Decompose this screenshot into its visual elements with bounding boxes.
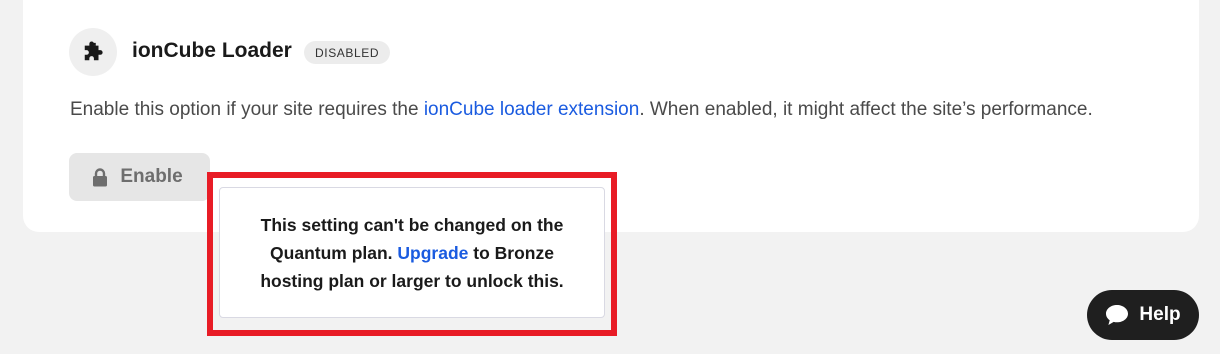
- help-button[interactable]: Help: [1087, 290, 1199, 340]
- extension-description: Enable this option if your site requires…: [70, 99, 1093, 121]
- upgrade-link[interactable]: Upgrade: [397, 243, 468, 263]
- enable-button[interactable]: Enable: [69, 153, 210, 201]
- status-badge: DISABLED: [304, 41, 391, 64]
- ioncube-extension-link[interactable]: ionCube loader extension: [424, 99, 640, 120]
- puzzle-piece-icon: [84, 41, 103, 61]
- extension-icon-circle: [69, 28, 117, 76]
- description-prefix: Enable this option if your site requires…: [70, 99, 424, 120]
- description-suffix: . When enabled, it might affect the site…: [639, 99, 1093, 120]
- tooltip-text: This setting can't be changed on the Qua…: [254, 211, 570, 295]
- enable-button-label: Enable: [120, 166, 183, 187]
- extension-title: ionCube Loader: [132, 39, 292, 62]
- lock-icon: [93, 167, 108, 186]
- plan-restriction-tooltip: This setting can't be changed on the Qua…: [219, 187, 605, 318]
- help-button-label: Help: [1139, 304, 1181, 325]
- chat-bubble-icon: [1106, 305, 1129, 325]
